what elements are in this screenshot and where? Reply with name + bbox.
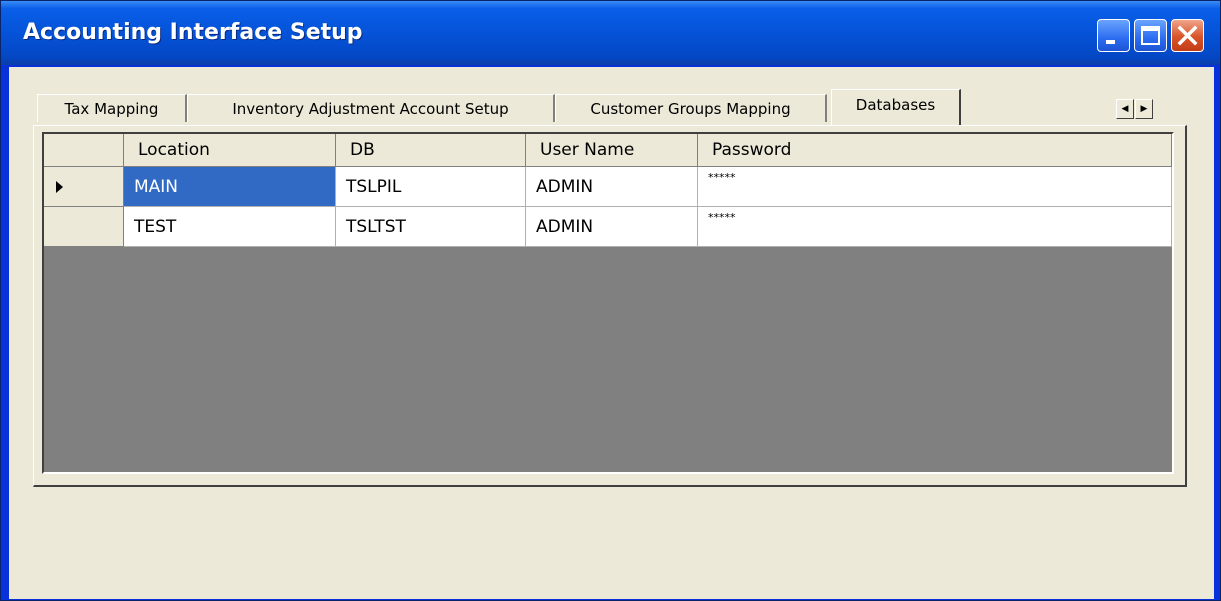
column-header-location[interactable]: Location [124, 134, 336, 167]
minimize-icon [1106, 40, 1115, 44]
row-header[interactable] [44, 207, 124, 247]
close-icon [1177, 25, 1198, 46]
window-title: Accounting Interface Setup [23, 20, 363, 45]
tab-tax-mapping[interactable]: Tax Mapping [37, 94, 187, 122]
close-button[interactable] [1171, 19, 1204, 52]
tab-customer-groups[interactable]: Customer Groups Mapping [555, 94, 827, 122]
maximize-button[interactable] [1134, 19, 1167, 52]
databases-tab-panel: Location DB User Name Password MAIN TSLP… [33, 125, 1187, 487]
cell-location[interactable]: TEST [124, 207, 336, 247]
grid-header: Location DB User Name Password [44, 134, 1172, 167]
row-header[interactable] [44, 167, 124, 207]
cell-user-name[interactable]: ADMIN [526, 207, 698, 247]
column-header-user-name[interactable]: User Name [526, 134, 698, 167]
column-header-password[interactable]: Password [698, 134, 1172, 167]
row-header-corner [44, 134, 124, 167]
tab-databases[interactable]: Databases [831, 89, 961, 125]
maximize-icon [1141, 26, 1160, 45]
cell-db[interactable]: TSLPIL [336, 167, 526, 207]
tab-scroll-left-button[interactable]: ◀ [1116, 99, 1134, 119]
column-header-db[interactable]: DB [336, 134, 526, 167]
tab-label: Customer Groups Mapping [590, 100, 791, 118]
table-row[interactable]: TEST TSLTST ADMIN ***** [44, 207, 1172, 247]
arrow-left-icon: ◀ [1121, 104, 1129, 114]
tab-inventory-adjustment[interactable]: Inventory Adjustment Account Setup [187, 94, 555, 122]
tab-scroll-right-button[interactable]: ▶ [1135, 99, 1153, 119]
table-row[interactable]: MAIN TSLPIL ADMIN ***** [44, 167, 1172, 207]
minimize-button[interactable] [1097, 19, 1130, 52]
tab-label: Tax Mapping [64, 100, 159, 118]
client-area: Tax Mapping Inventory Adjustment Account… [9, 67, 1214, 599]
cell-db[interactable]: TSLTST [336, 207, 526, 247]
cell-user-name[interactable]: ADMIN [526, 167, 698, 207]
tab-label: Databases [855, 96, 936, 114]
triangle-right-icon [56, 181, 63, 193]
arrow-right-icon: ▶ [1140, 104, 1148, 114]
app-window: Accounting Interface Setup Tax Mapping I… [0, 0, 1221, 601]
cell-password[interactable]: ***** [698, 207, 1172, 247]
title-bar[interactable]: Accounting Interface Setup [1, 1, 1220, 65]
tab-label: Inventory Adjustment Account Setup [232, 100, 509, 118]
cell-location[interactable]: MAIN [124, 167, 336, 207]
cell-password[interactable]: ***** [698, 167, 1172, 207]
databases-grid[interactable]: Location DB User Name Password MAIN TSLP… [42, 132, 1174, 474]
